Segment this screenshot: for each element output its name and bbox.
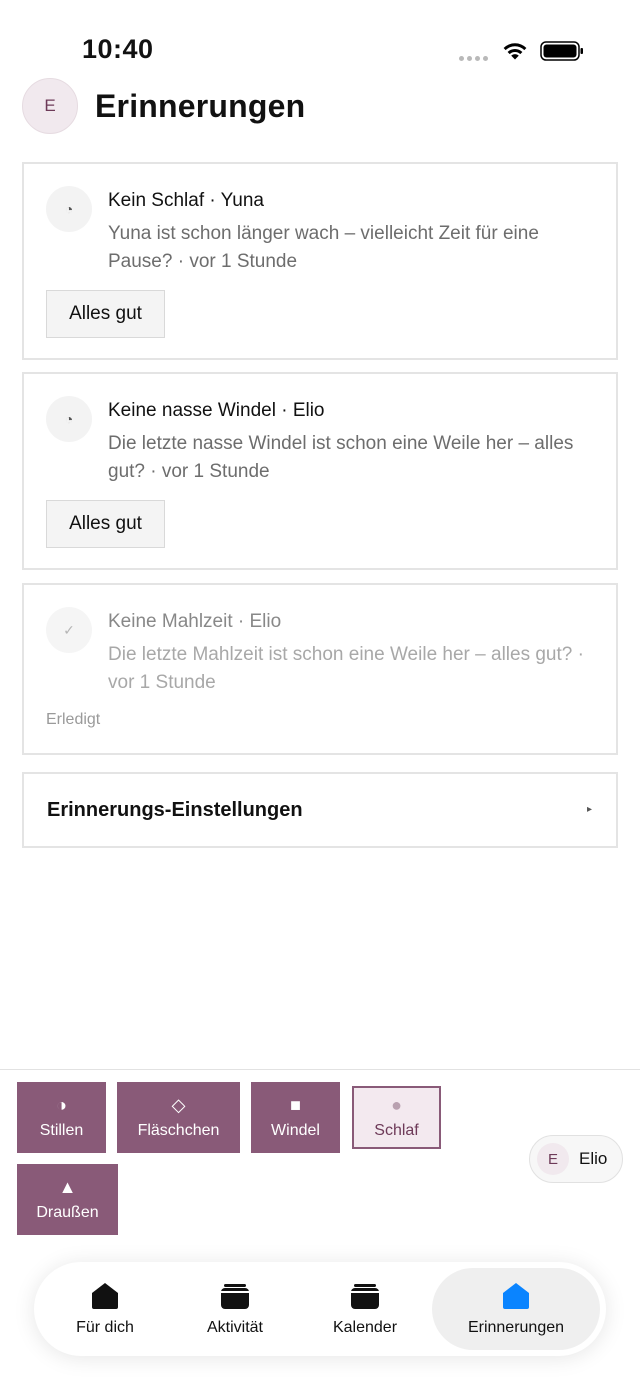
dismiss-button[interactable]: Alles gut: [46, 500, 165, 548]
dot-icon: ●: [391, 1095, 402, 1115]
page-title: Erinnerungen: [95, 87, 306, 124]
tab-label: Für dich: [76, 1319, 134, 1336]
dismiss-button[interactable]: Alles gut: [46, 290, 165, 338]
reminder-body: Die letzte nasse Windel ist schon eine W…: [108, 433, 574, 482]
calendar-icon: [351, 1284, 379, 1309]
baby-name: Elio: [579, 1149, 608, 1168]
tab-activity[interactable]: Aktivität: [170, 1268, 300, 1350]
quick-action-label: Schlaf: [374, 1122, 419, 1139]
quick-action-diaper[interactable]: ■ Windel: [251, 1082, 340, 1153]
page-header: E Erinnerungen: [22, 78, 305, 134]
status-time: 10:40: [82, 34, 154, 64]
status-bar: 10:40: [0, 0, 640, 70]
quick-action-breastfeeding[interactable]: ◑ Stillen: [17, 1082, 106, 1153]
baby-switcher-chip[interactable]: E Elio: [529, 1135, 623, 1183]
tab-label: Erinnerungen: [467, 1319, 565, 1336]
triangle-icon: ▲: [58, 1177, 77, 1197]
home-icon: [92, 1283, 118, 1309]
profile-avatar-initial: E: [44, 96, 56, 115]
profile-avatar[interactable]: E: [22, 78, 78, 134]
bottom-tab-bar: Für dich Aktivität Kalender Erinnerungen: [34, 1262, 606, 1356]
reminder-title: Keine nasse Windel · Elio: [108, 400, 325, 421]
reminder-title: Kein Schlaf · Yuna: [108, 190, 264, 211]
reminder-body: Die letzte Mahlzeit ist schon eine Weile…: [108, 644, 584, 693]
wifi-icon: [503, 43, 527, 60]
activity-icon: [221, 1284, 249, 1309]
baby-avatar: E: [537, 1143, 569, 1175]
reminder-settings-label: Erinnerungs-Einstellungen: [47, 798, 303, 821]
quick-action-sleep[interactable]: ● Schlaf: [352, 1086, 441, 1149]
square-icon: ■: [290, 1095, 301, 1115]
reminder-card-done: ✓ Keine Mahlzeit · Elio Die letzte Mahlz…: [22, 583, 618, 755]
quick-action-bottle[interactable]: ◇ Fläschchen: [117, 1082, 240, 1153]
quick-action-label: Draußen: [36, 1204, 99, 1221]
chevron-right-icon: ▸: [586, 804, 592, 815]
diamond-icon: ◇: [171, 1095, 186, 1115]
home-icon: [503, 1283, 529, 1309]
battery-icon: [540, 41, 583, 61]
tab-calendar[interactable]: Kalender: [300, 1268, 430, 1350]
tab-label: Kalender: [332, 1319, 398, 1336]
quick-action-label: Stillen: [39, 1122, 84, 1139]
done-status-label: Erledigt: [46, 711, 101, 728]
reminder-settings-row[interactable]: Erinnerungs-Einstellungen ▸: [22, 772, 618, 848]
reminder-card: ◔ Kein Schlaf · Yuna Yuna ist schon läng…: [22, 162, 618, 360]
tab-label: Aktivität: [206, 1319, 263, 1336]
pending-clock-icon: ◔: [46, 396, 92, 442]
reminder-title: Keine Mahlzeit · Elio: [108, 611, 282, 632]
tab-reminders[interactable]: Erinnerungen: [432, 1268, 600, 1350]
reminder-card: ◔ Keine nasse Windel · Elio Die letzte n…: [22, 372, 618, 570]
checkmark-icon: ✓: [46, 607, 92, 653]
reminder-body: Yuna ist schon länger wach – vielleicht …: [108, 223, 539, 272]
quick-action-label: Fläschchen: [137, 1122, 220, 1139]
quick-action-outdoors[interactable]: ▲ Draußen: [17, 1164, 118, 1235]
tab-for-you[interactable]: Für dich: [34, 1268, 176, 1350]
quick-action-label: Windel: [271, 1122, 320, 1139]
half-circle-icon: ◑: [56, 1095, 67, 1115]
pending-clock-icon: ◔: [46, 186, 92, 232]
signal-dots-icon: [459, 56, 488, 61]
